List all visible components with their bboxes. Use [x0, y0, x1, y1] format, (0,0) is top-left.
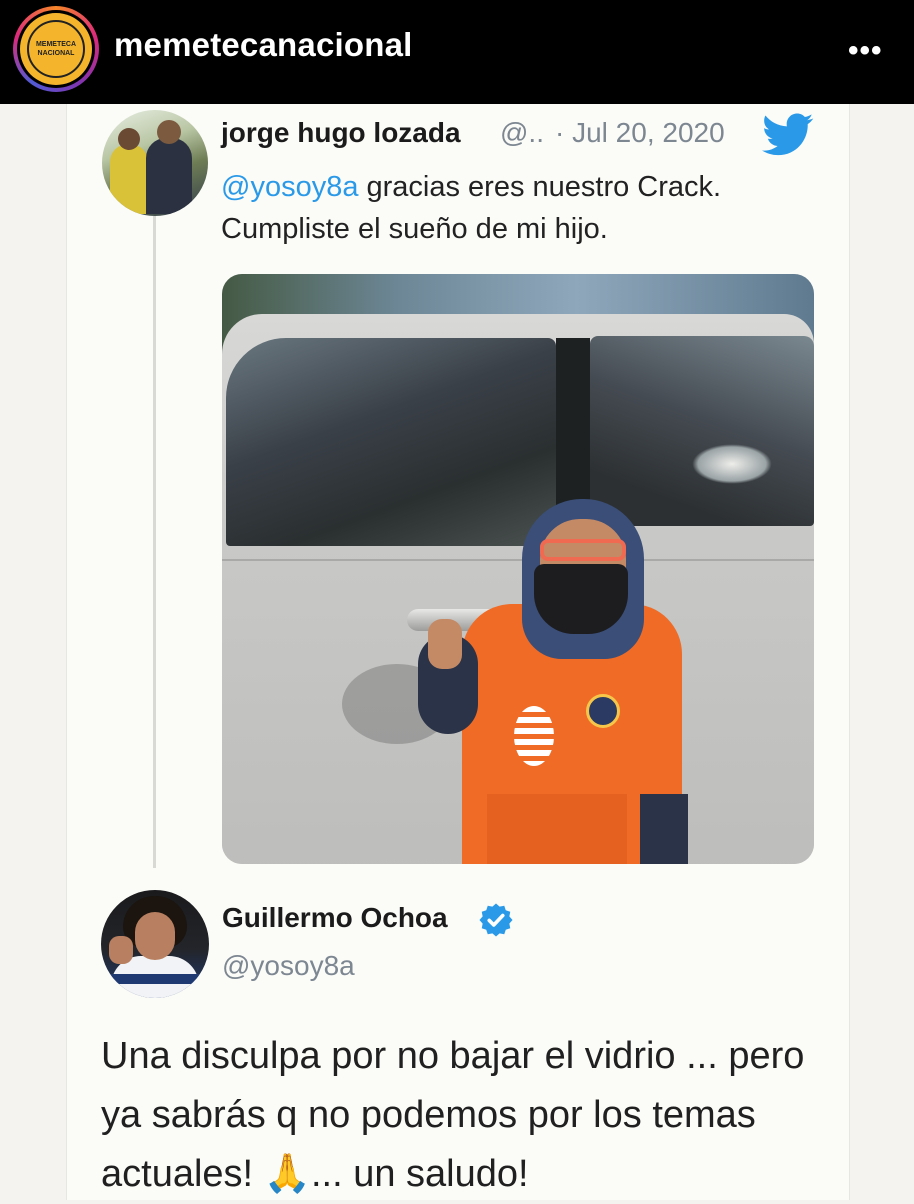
logo-text-line2: NACIONAL: [37, 50, 75, 57]
thread-connector-line: [153, 216, 156, 868]
tweet2-author-name: Guillermo Ochoa: [222, 902, 448, 933]
tweet1-author-handle: @..: [500, 117, 544, 148]
more-horizontal-icon[interactable]: •••: [848, 34, 883, 68]
tweet1-text: @yosoy8a gracias eres nuestro Crack. Cum…: [221, 166, 821, 250]
tweet1-avatar: [102, 110, 208, 216]
post-username[interactable]: memetecanacional: [114, 26, 413, 64]
tweet2-avatar: [101, 890, 209, 998]
tweet1-mention[interactable]: @yosoy8a: [221, 171, 358, 203]
verified-badge-icon: [479, 903, 513, 937]
tweet1-photo[interactable]: [222, 274, 814, 864]
praying-hands-emoji: 🙏: [263, 1153, 311, 1195]
tweet2-author-handle: @yosoy8a: [222, 950, 355, 981]
memeteca-logo: MEMETECA NACIONAL: [20, 13, 92, 85]
instagram-post-header: MEMETECA NACIONAL memetecanacional •••: [0, 0, 914, 104]
twitter-bird-icon: [762, 113, 814, 156]
tweet1-date: · Jul 20, 2020: [555, 117, 725, 148]
logo-text-line1: MEMETECA: [35, 41, 77, 48]
tweet2-text: Una disculpa por no bajar el vidrio ... …: [101, 1027, 841, 1204]
tweet1-author-name: jorge hugo lozada: [221, 117, 461, 148]
profile-avatar[interactable]: MEMETECA NACIONAL: [13, 6, 99, 92]
tweet2-body-part2: ... un saludo!: [310, 1153, 529, 1195]
